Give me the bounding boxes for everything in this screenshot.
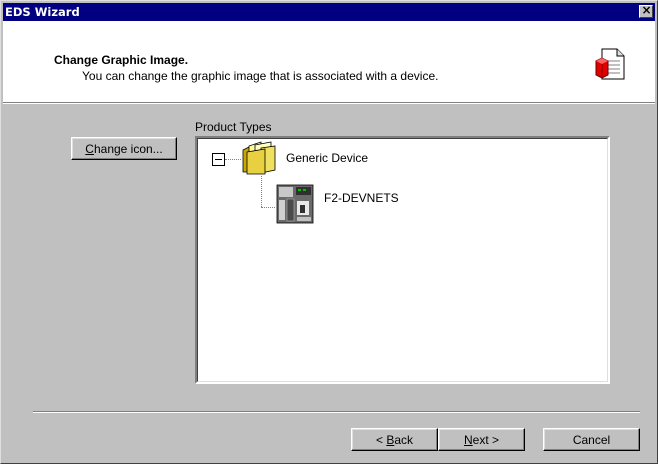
window-title: EDS Wizard: [5, 5, 80, 19]
collapse-toggle[interactable]: [212, 153, 225, 166]
cancel-button[interactable]: Cancel: [543, 428, 640, 451]
change-icon-button[interactable]: Change icon...: [71, 137, 177, 160]
tree-node-f2-devnets[interactable]: F2-DEVNETS: [324, 191, 399, 205]
close-button[interactable]: ×: [639, 3, 653, 18]
header-separator: [3, 102, 655, 104]
wizard-window: EDS Wizard × Change Graphic Image. You c…: [0, 0, 658, 464]
header-subtitle: You can change the graphic image that is…: [82, 69, 439, 83]
document-icon: [595, 48, 625, 80]
folder-icon[interactable]: [241, 140, 277, 175]
close-icon: ×: [641, 3, 652, 17]
header-title: Change Graphic Image.: [54, 53, 189, 67]
device-module-icon[interactable]: [276, 184, 314, 224]
title-bar[interactable]: EDS Wizard ×: [3, 3, 655, 21]
back-button[interactable]: < Back: [351, 428, 438, 451]
tree-node-generic-device[interactable]: Generic Device: [286, 151, 368, 165]
next-button[interactable]: Next >: [438, 428, 525, 451]
footer-separator: [33, 411, 640, 413]
product-types-label: Product Types: [195, 120, 272, 134]
product-types-tree[interactable]: Generic Device F2-DEVNETS: [195, 136, 610, 384]
wizard-header: Change Graphic Image. You can change the…: [3, 21, 655, 102]
